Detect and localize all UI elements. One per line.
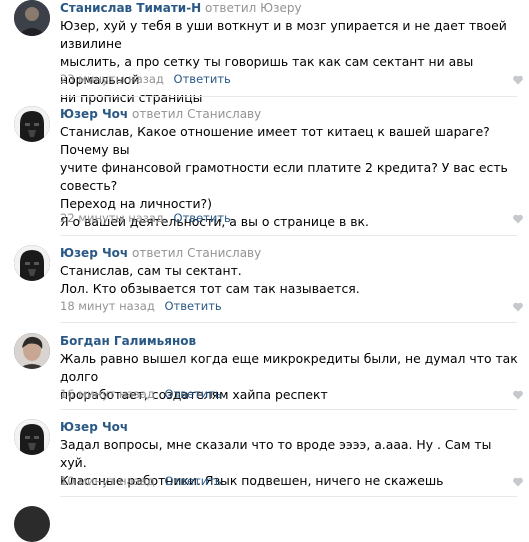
like-button[interactable] [512,476,524,488]
divider [60,235,517,236]
like-button[interactable] [512,213,524,225]
user-avatar-photo-icon [14,0,50,36]
comment-time[interactable]: 18 минут назад [60,299,155,313]
comment-time[interactable]: 16 минут назад [60,387,155,401]
replied-verb: ответил [131,107,184,121]
replied-verb: ответил [131,246,184,260]
comment-meta: 10 минут назад Ответить [60,474,222,488]
reply-to-name[interactable]: Станиславу [187,246,261,260]
darth-vader-avatar-icon [14,106,50,142]
reply-button[interactable]: Ответить [174,211,231,225]
avatar[interactable] [14,506,50,542]
comment-time[interactable]: 23 минуты назад [60,72,164,86]
heart-icon [513,477,523,487]
like-button[interactable] [512,389,524,401]
divider [60,96,517,97]
avatar[interactable] [14,0,50,36]
reply-to-name[interactable]: Юзеру [260,1,301,15]
like-button[interactable] [512,74,524,86]
avatar[interactable] [14,333,50,369]
reply-button[interactable]: Ответить [174,72,231,86]
user-avatar-photo-icon [14,333,50,369]
author-name[interactable]: Юзер Чоч [60,246,128,260]
heart-icon [513,302,523,312]
comment-header: Станислав Тимати-Н ответил Юзеру [60,1,302,16]
avatar[interactable] [14,245,50,281]
comment-header: Юзер Чоч [60,420,128,435]
replied-verb: ответил [205,1,257,15]
comment-header: Богдан Галимьянов [60,334,196,349]
heart-icon [513,214,523,224]
heart-icon [513,390,523,400]
darth-vader-avatar-icon [14,245,50,281]
comment-time[interactable]: 10 минут назад [60,474,155,488]
divider [60,409,517,410]
reply-button[interactable]: Ответить [164,387,221,401]
author-name[interactable]: Юзер Чоч [60,420,128,434]
divider [60,496,517,497]
comment-time[interactable]: 22 минуты назад [60,211,164,225]
reply-button[interactable]: Ответить [164,474,221,488]
author-name[interactable]: Богдан Галимьянов [60,334,196,348]
divider [60,322,517,323]
reply-button[interactable]: Ответить [164,299,221,313]
like-button[interactable] [512,301,524,313]
avatar[interactable] [14,106,50,142]
comment-text: Юзер, хуй у тебя в уши воткнут и в мозг … [60,18,507,105]
darth-vader-avatar-icon [14,419,50,455]
comment-header: Юзер Чоч ответил Станиславу [60,107,261,122]
comment-header: Юзер Чоч ответил Станиславу [60,246,261,261]
avatar[interactable] [14,419,50,455]
author-name[interactable]: Станислав Тимати-Н [60,1,201,15]
comment-meta: 22 минуты назад Ответить [60,211,231,225]
comment-meta: 16 минут назад Ответить [60,387,222,401]
comment-meta: 23 минуты назад Ответить [60,72,231,86]
heart-icon [513,75,523,85]
reply-to-name[interactable]: Станиславу [187,107,261,121]
comment-text: Станислав, сам ты сектант. Лол. Кто обзы… [60,263,360,296]
author-name[interactable]: Юзер Чоч [60,107,128,121]
comment-meta: 18 минут назад Ответить [60,299,222,313]
